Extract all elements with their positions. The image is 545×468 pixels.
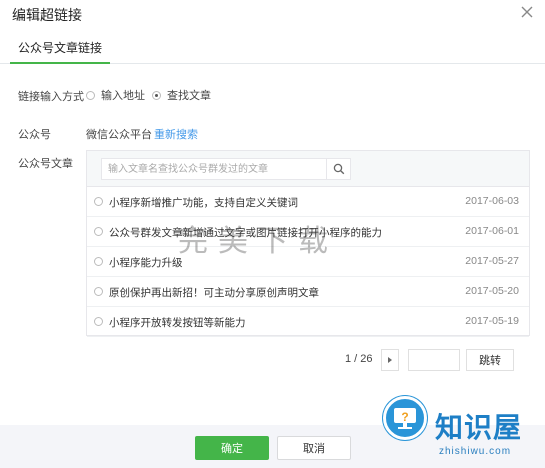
page-number-input[interactable]: [408, 349, 460, 371]
edit-hyperlink-dialog: 编辑超链接 公众号文章链接 链接输入方式 输入地址 查找文章 公众号 微信公众平…: [0, 0, 545, 468]
list-item[interactable]: 原创保护再出新招！可主动分享原创声明文章 2017-05-20: [87, 277, 529, 307]
article-title: 小程序新增推广功能，支持自定义关键词: [109, 197, 298, 209]
radio-label: 查找文章: [167, 90, 211, 102]
account-value: 微信公众平台 重新搜索: [86, 126, 198, 142]
dialog-title: 编辑超链接: [12, 7, 82, 23]
articles-label: 公众号文章: [18, 158, 73, 170]
cancel-button[interactable]: 取消: [277, 436, 351, 460]
page-indicator: 1 / 26: [345, 353, 373, 365]
caret-right-icon: [388, 357, 392, 363]
radio-label: 输入地址: [101, 90, 145, 102]
article-title: 公众号群发文章新增通过文字或图片链接打开小程序的能力: [109, 227, 382, 239]
next-page-button[interactable]: [381, 349, 399, 371]
jump-button[interactable]: 跳转: [466, 349, 514, 371]
svg-text:?: ?: [401, 410, 408, 424]
search-bar: [87, 151, 529, 187]
search-icon[interactable]: [326, 159, 350, 179]
article-title: 小程序能力升级: [109, 257, 183, 269]
confirm-button[interactable]: 确定: [195, 436, 269, 460]
radio-circle-selected: [152, 90, 161, 100]
list-item[interactable]: 小程序新增推广功能，支持自定义关键词 2017-06-03: [87, 187, 529, 217]
article-date: 2017-05-19: [465, 315, 519, 327]
radio-circle: [94, 257, 103, 266]
article-date: 2017-06-01: [465, 225, 519, 237]
tab-article-link[interactable]: 公众号文章链接: [10, 34, 111, 64]
article-list: 小程序新增推广功能，支持自定义关键词 2017-06-03 公众号群发文章新增通…: [87, 187, 529, 337]
radio-circle: [94, 197, 103, 206]
radio-circle: [94, 317, 103, 326]
radio-circle: [94, 287, 103, 296]
link-mode-label: 链接输入方式: [18, 91, 84, 103]
close-icon[interactable]: [519, 4, 535, 20]
list-item[interactable]: 小程序能力升级 2017-05-27: [87, 247, 529, 277]
radio-find-article[interactable]: 查找文章: [152, 87, 211, 103]
account-name: 微信公众平台: [86, 129, 152, 141]
radio-circle: [94, 227, 103, 236]
dialog-footer: [0, 425, 545, 468]
research-link[interactable]: 重新搜索: [154, 129, 198, 141]
list-item[interactable]: 公众号群发文章新增通过文字或图片链接打开小程序的能力 2017-06-01: [87, 217, 529, 247]
dialog-header: 编辑超链接: [0, 0, 545, 28]
radio-input-url[interactable]: 输入地址: [86, 87, 145, 103]
article-date: 2017-05-20: [465, 285, 519, 297]
article-title: 小程序开放转发按钮等新能力: [109, 317, 246, 329]
tab-bar: 公众号文章链接: [0, 34, 545, 64]
article-search-input[interactable]: [102, 159, 322, 180]
account-label: 公众号: [18, 129, 51, 141]
search-box: [101, 158, 351, 180]
article-date: 2017-06-03: [465, 195, 519, 207]
radio-circle: [86, 90, 95, 100]
article-title: 原创保护再出新招！可主动分享原创声明文章: [109, 287, 319, 299]
article-date: 2017-05-27: [465, 255, 519, 267]
list-item[interactable]: 小程序开放转发按钮等新能力 2017-05-19: [87, 307, 529, 337]
article-panel: 小程序新增推广功能，支持自定义关键词 2017-06-03 公众号群发文章新增通…: [86, 150, 530, 337]
